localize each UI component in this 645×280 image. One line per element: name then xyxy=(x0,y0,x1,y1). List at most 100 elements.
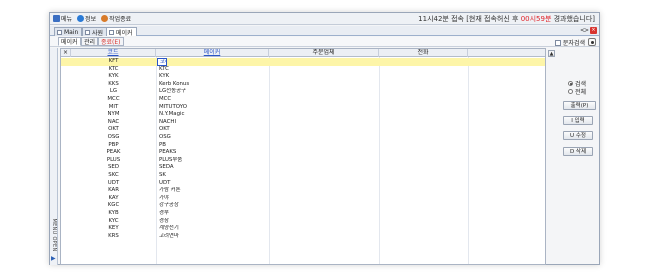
header-code[interactable]: 코드 xyxy=(71,49,156,57)
table-row[interactable]: KYK KYK xyxy=(61,73,545,81)
cell-maker-editor[interactable]: 코리 xyxy=(157,58,167,66)
cell-code: PEAK xyxy=(106,149,121,156)
cell-maker: 경창 xyxy=(159,217,169,224)
cell-maker: KTC xyxy=(159,65,169,72)
tab-main[interactable]: Main xyxy=(54,27,83,36)
table-row[interactable]: PLUS PLUS부품 xyxy=(61,157,545,165)
cell-maker: 가야 xyxy=(159,194,169,201)
table-row[interactable]: KAY 가야 xyxy=(61,195,545,203)
subtab-maker[interactable]: 메이커 xyxy=(58,37,81,46)
table-row[interactable]: KGC 강구공장 xyxy=(61,202,545,210)
cell-code: OKT xyxy=(108,126,119,133)
table-row[interactable]: KYC 경창 xyxy=(61,218,545,226)
subtab-exit[interactable]: 종료(E) xyxy=(98,37,124,46)
tab-maker[interactable]: 메이커 xyxy=(106,27,137,37)
table-row[interactable]: KAR 가람 커톤 xyxy=(61,187,545,195)
power-icon xyxy=(101,15,109,22)
table-row[interactable]: KEY 계양전기 xyxy=(61,225,545,233)
table-row[interactable]: LG LG전동공구 xyxy=(61,88,545,96)
status-elapsed: 00시59분 xyxy=(520,14,552,23)
table-row[interactable]: PBP PB xyxy=(61,142,545,150)
close-tab-button[interactable]: × xyxy=(590,27,597,34)
cell-code: UDT xyxy=(107,179,120,186)
cell-code: KAY xyxy=(108,194,119,201)
print-button[interactable]: 출력(P) xyxy=(563,101,596,110)
subtab-manage[interactable]: 관리 xyxy=(81,37,99,46)
cell-code: NAC xyxy=(107,118,120,125)
table-row[interactable]: SKC SK xyxy=(61,172,545,180)
grid-header: × 코드 메이커 주문업체 전화 xyxy=(61,49,545,57)
radio-search-dot[interactable] xyxy=(568,81,573,86)
table-row[interactable]: KYB 경부 xyxy=(61,210,545,218)
app-window: 메뉴 정보 작업종료 11시42분 접속 [현재 접속허신 후 00시59분 경… xyxy=(49,12,600,265)
table-row[interactable]: MCC MCC xyxy=(61,96,545,104)
tab-icon xyxy=(109,29,114,35)
tab-employee-label: 사원 xyxy=(92,29,104,37)
info-icon xyxy=(77,15,85,22)
cell-code: LG xyxy=(109,88,118,95)
table-row[interactable]: KRS 고려연마 xyxy=(61,233,545,241)
cell-code: KFT xyxy=(108,58,119,64)
cell-code: KYB xyxy=(108,210,119,216)
table-row[interactable]: UDT UDT xyxy=(61,180,545,188)
cell-maker: 경부 xyxy=(159,210,169,216)
tab-icon xyxy=(57,29,62,35)
cell-maker: KYK xyxy=(159,73,170,80)
radio-all[interactable]: 전체 xyxy=(568,87,586,96)
edit-button[interactable]: U 수정 xyxy=(563,131,593,140)
table-row[interactable]: NYM N.Y.Magic xyxy=(61,111,545,119)
table-row[interactable]: KTC KTC xyxy=(61,66,545,74)
header-maker[interactable]: 메이커 xyxy=(156,49,269,57)
cell-maker: MCC xyxy=(159,96,172,102)
session-status: 11시42분 접속 [현재 접속허신 후 00시59분 경과했습니다] xyxy=(418,14,595,24)
tab-maker-label: 메이커 xyxy=(116,29,133,37)
status-suffix: 경과했습니다] xyxy=(551,14,595,23)
text-search-checkbox[interactable] xyxy=(554,39,561,46)
option-button[interactable] xyxy=(588,38,596,46)
cell-maker: MITUTOYO xyxy=(159,103,187,110)
cell-maker: PEAKS xyxy=(159,149,177,156)
cell-code: PLUS xyxy=(106,156,121,163)
expand-arrow-icon[interactable]: ▶ xyxy=(51,255,56,262)
cell-maker: N.Y.Magic xyxy=(159,111,185,118)
end-work-button[interactable]: 작업종료 xyxy=(99,14,133,24)
cell-maker: 고려연마 xyxy=(159,232,179,239)
subtab-manage-label: 관리 xyxy=(84,39,96,46)
radio-all-dot[interactable] xyxy=(568,89,573,94)
cell-maker: UDT xyxy=(159,179,171,186)
end-work-label: 작업종료 xyxy=(109,16,132,23)
cell-maker: 계양전기 xyxy=(159,225,179,232)
table-row[interactable]: KKS Kerb Konus xyxy=(61,81,545,89)
table-row[interactable]: MIT MITUTOYO xyxy=(61,104,545,112)
cell-code: SED xyxy=(108,164,119,171)
menu-button[interactable]: 메뉴 xyxy=(51,14,74,24)
cell-maker: OKT xyxy=(159,126,170,133)
scroll-up-button[interactable]: ▲ xyxy=(548,50,555,57)
table-row[interactable]: KFT 코리 xyxy=(61,58,545,66)
sub-tab-bar: 메이커 관리 종료(E) 문자검색 xyxy=(50,37,599,47)
cell-code: PBP xyxy=(108,141,119,148)
table-row[interactable]: OKT OKT xyxy=(61,126,545,134)
table-row[interactable]: OSG OSG xyxy=(61,134,545,142)
tab-next-button[interactable]: > xyxy=(584,27,589,34)
table-row[interactable]: PEAK PEAKS xyxy=(61,149,545,157)
subtab-maker-label: 메이커 xyxy=(61,39,78,46)
delete-button[interactable]: D 삭제 xyxy=(563,147,593,156)
side-menu-strip[interactable]: MENU OPEN ▶ xyxy=(50,48,58,265)
tab-employee[interactable]: 사원 xyxy=(82,27,108,37)
text-search-toggle[interactable]: 문자검색 xyxy=(554,38,585,47)
cell-maker: SK xyxy=(159,172,166,178)
cell-code: KTC xyxy=(108,65,119,72)
menu-open-toggle[interactable]: MENU OPEN xyxy=(50,216,58,256)
cell-maker: Kerb Konus xyxy=(159,80,190,87)
cell-code: KYK xyxy=(108,73,119,80)
header-client: 주문업체 xyxy=(269,49,379,57)
add-button[interactable]: I 입력 xyxy=(563,116,593,125)
table-row[interactable]: SED SEDA xyxy=(61,164,545,172)
cell-code: MIT xyxy=(108,103,119,110)
cell-code: SKC xyxy=(108,172,119,178)
info-label: 정보 xyxy=(85,16,97,23)
table-row[interactable]: NAC NACHI xyxy=(61,119,545,127)
radio-all-label: 전체 xyxy=(575,89,587,96)
info-button[interactable]: 정보 xyxy=(75,14,98,24)
